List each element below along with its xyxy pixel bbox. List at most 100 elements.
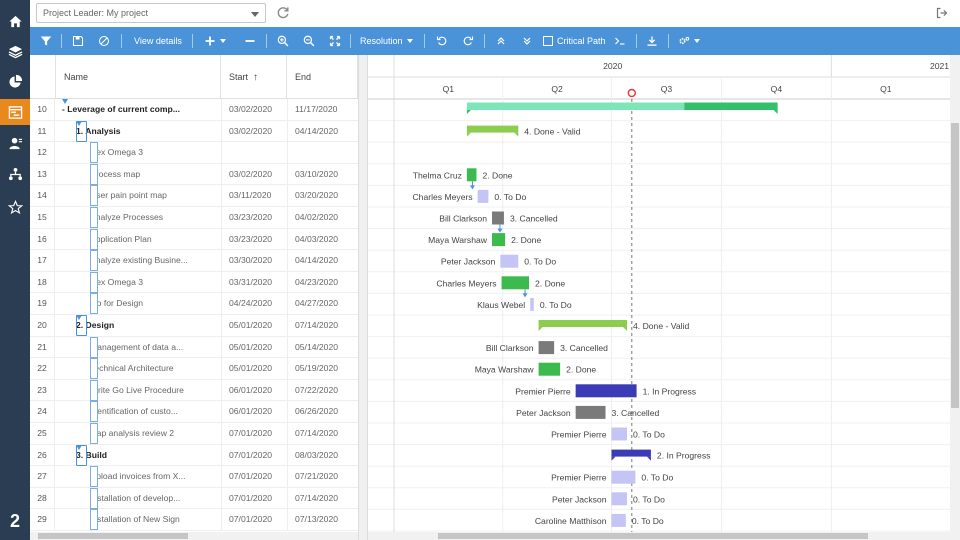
end-date-cell[interactable]: 04/14/2020: [287, 120, 357, 142]
start-date-cell[interactable]: 03/11/2020: [221, 185, 287, 207]
task-bar[interactable]: [477, 189, 489, 203]
layers-icon[interactable]: [0, 38, 30, 64]
remove-task-button[interactable]: [244, 27, 256, 55]
task-name-cell[interactable]: Installation of develop...: [56, 487, 220, 509]
home-icon[interactable]: [0, 8, 30, 34]
phase-summary-bar[interactable]: [611, 449, 651, 457]
table-row[interactable]: 23 Write Go Live Procedure 06/01/2020 07/22…: [30, 379, 358, 402]
add-task-button[interactable]: [204, 27, 226, 55]
download-icon[interactable]: [646, 27, 658, 55]
task-name-cell[interactable]: - Leverage of current comp...: [56, 99, 220, 120]
table-row[interactable]: 19 Go for Design 04/24/2020 04/27/2020: [30, 293, 358, 315]
table-row[interactable]: 11 1. Analysis 03/02/2020 04/14/2020: [30, 120, 358, 143]
expand-toggle-icon[interactable]: [62, 99, 68, 120]
redo-icon[interactable]: [462, 27, 474, 55]
gantt-canvas[interactable]: 2020 2021 Q1 Q2 Q3 Q4 Q1 4. Done - Valid Thelma …: [368, 55, 950, 532]
today-marker-icon[interactable]: [627, 88, 637, 98]
task-name-cell[interactable]: Technical Architecture: [56, 358, 220, 380]
task-bar[interactable]: [538, 362, 561, 376]
start-date-cell[interactable]: 05/01/2020: [221, 336, 287, 358]
end-date-cell[interactable]: 07/13/2020: [287, 509, 357, 531]
scrollbar-thumb[interactable]: [438, 533, 868, 539]
task-bar[interactable]: [611, 492, 628, 506]
console-icon[interactable]: [614, 27, 626, 55]
column-header-start[interactable]: Start ↑: [221, 55, 287, 99]
end-date-cell[interactable]: 07/21/2020: [287, 466, 357, 488]
table-row[interactable]: 15 Analyze Processes 03/23/2020 04/02/2020: [30, 207, 358, 229]
task-name-cell[interactable]: User pain point map: [56, 185, 220, 207]
collapse-all-icon[interactable]: [495, 27, 507, 55]
end-date-cell[interactable]: 04/23/2020: [287, 271, 357, 293]
start-date-cell[interactable]: 05/01/2020: [221, 315, 287, 336]
start-date-cell[interactable]: 07/01/2020: [221, 466, 287, 488]
task-bar[interactable]: [611, 513, 626, 527]
table-row[interactable]: 17 Analyze existing Busine... 03/30/2020 04…: [30, 250, 358, 272]
filter-icon[interactable]: [40, 27, 52, 55]
critical-path-toggle[interactable]: Critical Path: [543, 27, 606, 55]
undo-icon[interactable]: [436, 27, 448, 55]
table-row[interactable]: 18 Rex Omega 3 03/31/2020 04/23/2020: [30, 271, 358, 294]
grid-horizontal-scrollbar[interactable]: [30, 532, 358, 540]
start-date-cell[interactable]: 03/31/2020: [221, 271, 287, 293]
start-date-cell[interactable]: 04/24/2020: [221, 293, 287, 315]
gantt-horizontal-scrollbar[interactable]: [368, 532, 950, 540]
view-details-button[interactable]: View details: [134, 27, 182, 55]
start-date-cell[interactable]: 06/01/2020: [221, 379, 287, 401]
splitter[interactable]: [358, 55, 368, 540]
end-date-cell[interactable]: [287, 142, 357, 164]
start-date-cell[interactable]: 07/01/2020: [221, 509, 287, 531]
cancel-icon[interactable]: [98, 27, 110, 55]
column-header-end[interactable]: End: [287, 55, 358, 99]
settings-menu[interactable]: [678, 27, 700, 55]
gantt-icon[interactable]: [0, 99, 30, 125]
star-icon[interactable]: [0, 194, 30, 220]
task-name-cell[interactable]: Rex Omega 3: [56, 271, 220, 293]
pie-chart-icon[interactable]: [0, 68, 30, 94]
start-date-cell[interactable]: 06/01/2020: [221, 401, 287, 423]
start-date-cell[interactable]: 05/01/2020: [221, 358, 287, 380]
table-row[interactable]: 24 Identification of custo... 06/01/2020 06…: [30, 401, 358, 423]
users-icon[interactable]: [0, 130, 30, 156]
expand-all-icon[interactable]: [521, 27, 533, 55]
task-bar[interactable]: [538, 341, 555, 355]
table-row[interactable]: 25 Gap analysis review 2 07/01/2020 07/14/2…: [30, 423, 358, 445]
task-bar[interactable]: [611, 470, 636, 484]
table-row[interactable]: 29 Installation of New Sign 07/01/2020 07/1…: [30, 509, 358, 531]
task-bar[interactable]: [500, 254, 519, 268]
checkbox-icon[interactable]: [543, 36, 553, 46]
table-row[interactable]: 27 Upload invoices from X... 07/01/2020 07/…: [30, 466, 358, 488]
end-date-cell[interactable]: 07/22/2020: [287, 379, 357, 401]
column-header-name[interactable]: Name: [56, 55, 221, 99]
phase-summary-bar[interactable]: [538, 320, 628, 327]
end-date-cell[interactable]: 03/20/2020: [287, 185, 357, 207]
table-row[interactable]: 26 3. Build 07/01/2020 08/03/2020: [30, 444, 358, 467]
end-date-cell[interactable]: 08/03/2020: [287, 444, 357, 466]
task-bar[interactable]: [501, 276, 530, 290]
refresh-icon[interactable]: [276, 6, 290, 22]
scrollbar-thumb[interactable]: [38, 533, 188, 539]
end-date-cell[interactable]: 07/14/2020: [287, 487, 357, 509]
table-row[interactable]: 16 Application Plan 03/23/2020 04/03/2020: [30, 228, 358, 251]
table-row[interactable]: 22 Technical Architecture 05/01/2020 05/19/…: [30, 358, 358, 380]
task-name-cell[interactable]: Analyze Processes: [56, 207, 220, 228]
task-name-cell[interactable]: Go for Design: [56, 293, 220, 315]
start-date-cell[interactable]: 03/02/2020: [221, 120, 287, 142]
scrollbar-thumb[interactable]: [951, 123, 959, 408]
task-name-cell[interactable]: Identification of custo...: [56, 401, 220, 423]
zoom-out-icon[interactable]: [303, 27, 315, 55]
task-name-cell[interactable]: Process map: [56, 163, 220, 185]
task-name-cell[interactable]: Management of data a...: [56, 336, 220, 358]
task-name-cell[interactable]: 1. Analysis: [56, 120, 220, 142]
task-name-cell[interactable]: Rex Omega 3: [56, 142, 220, 164]
task-name-cell[interactable]: 3. Build: [56, 444, 220, 466]
table-row[interactable]: 21 Management of data a... 05/01/2020 05/14…: [30, 336, 358, 359]
end-date-cell[interactable]: 04/03/2020: [287, 228, 357, 250]
end-date-cell[interactable]: 03/10/2020: [287, 163, 357, 185]
task-bar[interactable]: [491, 211, 504, 225]
start-date-cell[interactable]: 07/01/2020: [221, 444, 287, 466]
end-date-cell[interactable]: 04/02/2020: [287, 207, 357, 228]
vertical-scrollbar[interactable]: [950, 55, 960, 540]
task-bar[interactable]: [530, 297, 534, 311]
save-icon[interactable]: [72, 27, 84, 55]
table-row[interactable]: 13 Process map 03/02/2020 03/10/2020: [30, 163, 358, 186]
